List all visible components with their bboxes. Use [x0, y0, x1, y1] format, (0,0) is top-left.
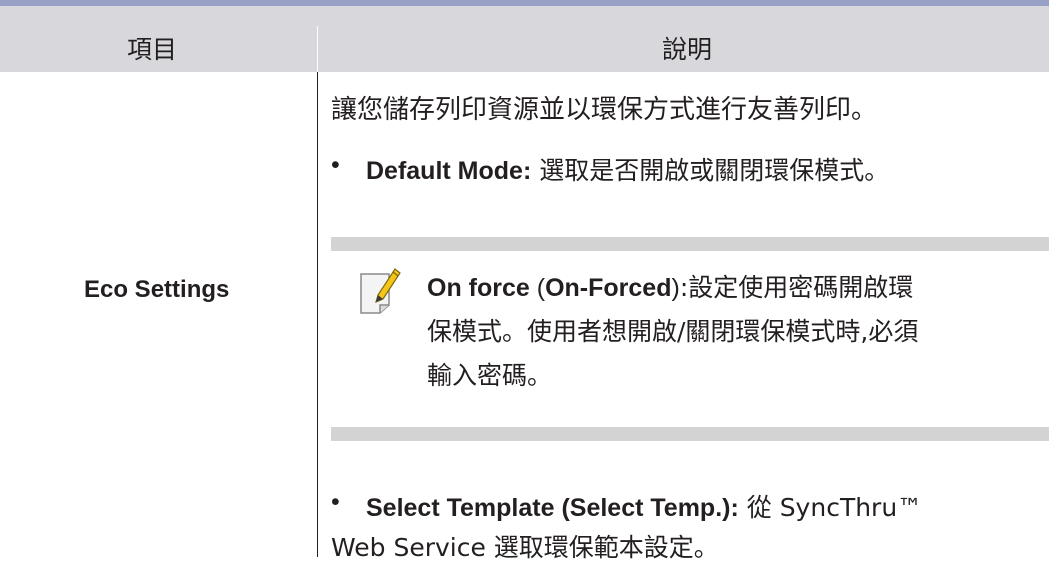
note-line-1: On force (On-Forced):設定使用密碼開啟環 [427, 266, 1037, 310]
header-column-divider [317, 26, 318, 72]
row-label: Eco Settings [84, 276, 230, 303]
bullet-marker: • [331, 151, 340, 179]
bullet-line: Select Template (Select Temp.): 從 SyncTh… [331, 488, 923, 562]
bullet-line: Default Mode: 選取是否開啟或關閉環保模式。 [366, 151, 889, 187]
note-paren-close: ) [671, 274, 680, 302]
header-description: 說明 [662, 35, 713, 64]
bullet-term: Select Template (Select Temp.): [366, 494, 739, 522]
note-band-top [331, 237, 1049, 251]
note-term-b: On-Forced [545, 274, 672, 302]
bullet-continuation: Web Service 選取環保範本設定。 [331, 533, 719, 562]
note-paren-open: ( [529, 274, 546, 302]
bullet-marker: • [331, 488, 340, 516]
note-line-3: 輸入密碼。 [427, 361, 553, 390]
note-term-a: On force [427, 274, 530, 302]
note-line-2: 保模式。使用者想開啟/關閉環保模式時,必須 [427, 317, 919, 346]
note-text: On force (On-Forced):設定使用密碼開啟環 保模式。使用者想開… [427, 266, 1037, 398]
table-header: 項目 說明 [0, 6, 1049, 72]
note-band-bottom [331, 427, 1049, 441]
bullet-text: 選取是否開啟或關閉環保模式。 [531, 156, 890, 185]
header-item: 項目 [127, 35, 178, 64]
note-line-1-rest: :設定使用密碼開啟環 [679, 273, 914, 302]
column-divider [317, 72, 318, 557]
bullet-text: 從 SyncThru™ [738, 493, 923, 522]
intro-text: 讓您儲存列印資源並以環保方式進行友善列印。 [331, 95, 878, 125]
bullet-term: Default Mode: [366, 157, 532, 185]
note-pencil-icon [360, 268, 401, 314]
